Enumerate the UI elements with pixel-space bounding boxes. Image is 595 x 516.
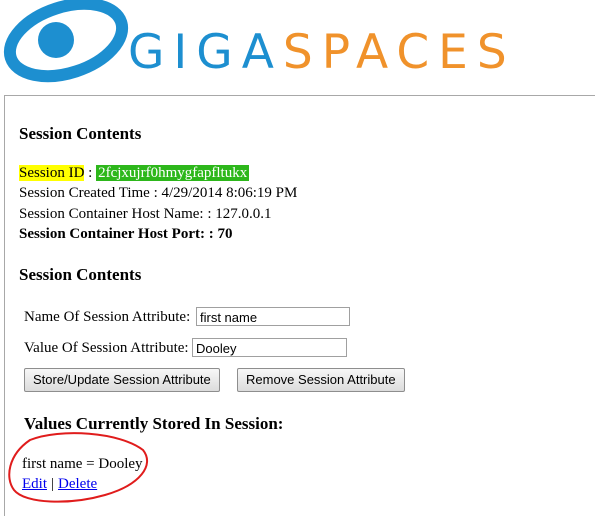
red-annotation-circle (8, 432, 149, 503)
